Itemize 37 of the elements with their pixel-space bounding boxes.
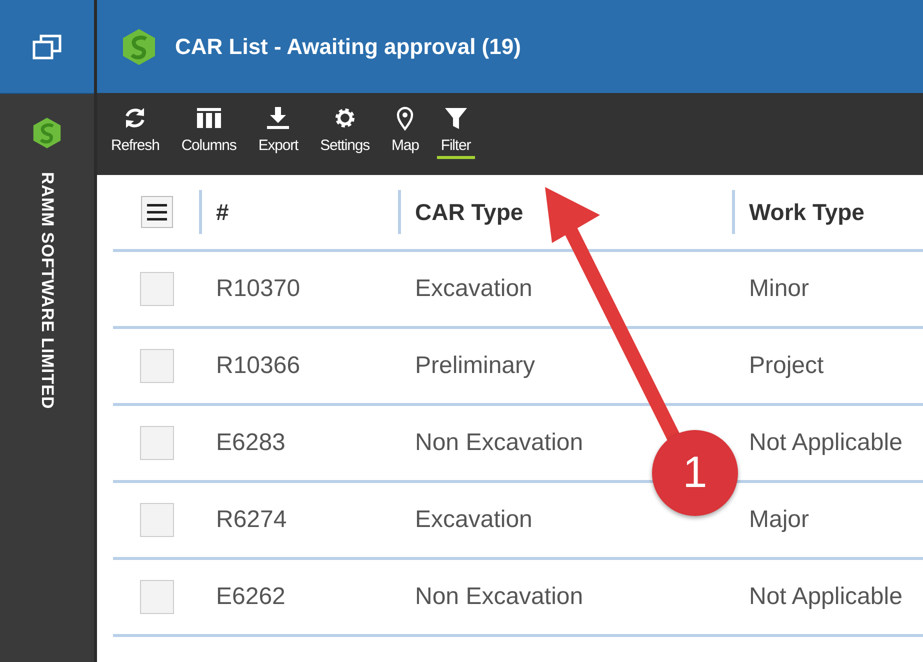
- table-cell-text: R10370: [215, 275, 302, 303]
- row-checkbox[interactable]: [140, 580, 174, 614]
- windows-icon[interactable]: [32, 32, 62, 60]
- column-header[interactable]: Work Type: [732, 190, 923, 234]
- table-cell-text: Minor: [748, 275, 810, 303]
- annotation-badge: 1: [652, 430, 738, 516]
- table-cell-text: Non Excavation: [414, 429, 584, 457]
- table-cell-text: Major: [748, 506, 810, 534]
- funnel-icon: [442, 105, 469, 131]
- row-checkbox[interactable]: [140, 272, 174, 306]
- table-cell-text: Excavation: [414, 275, 534, 303]
- menu-icon: [147, 203, 167, 221]
- table-cell-text: R10366: [215, 352, 302, 380]
- columns-icon: [196, 105, 222, 131]
- table-cell-text: Excavation: [414, 506, 534, 534]
- table-cell-text: Project: [748, 352, 825, 380]
- toolbar-button[interactable]: Refresh: [107, 101, 164, 159]
- table-cell-text: Not Applicable: [748, 583, 904, 611]
- table-cell-text: Not Applicable: [748, 429, 904, 457]
- toolbar-button[interactable]: Columns: [177, 101, 240, 159]
- column-header[interactable]: #: [199, 190, 398, 234]
- toolbar-button[interactable]: Settings: [316, 101, 374, 159]
- company-name: RAMM SOFTWARE LIMITED: [37, 172, 57, 410]
- table-cell-text: E6283: [215, 429, 286, 457]
- table-cell-text: E6262: [215, 583, 286, 611]
- row-checkbox[interactable]: [140, 426, 174, 460]
- toolbar-button[interactable]: Export: [254, 101, 302, 159]
- download-icon: [265, 105, 292, 131]
- row-checkbox[interactable]: [140, 503, 174, 537]
- table-cell-text: Non Excavation: [414, 583, 584, 611]
- toolbar-button[interactable]: Map: [388, 101, 423, 159]
- table-cell-text: R6274: [215, 506, 288, 534]
- row-checkbox[interactable]: [140, 349, 174, 383]
- column-menu-button[interactable]: [141, 196, 173, 228]
- table-cell-text: Preliminary: [414, 352, 536, 380]
- toolbar-button[interactable]: Filter: [436, 101, 475, 159]
- window-title: CAR List - Awaiting approval (19): [175, 34, 521, 60]
